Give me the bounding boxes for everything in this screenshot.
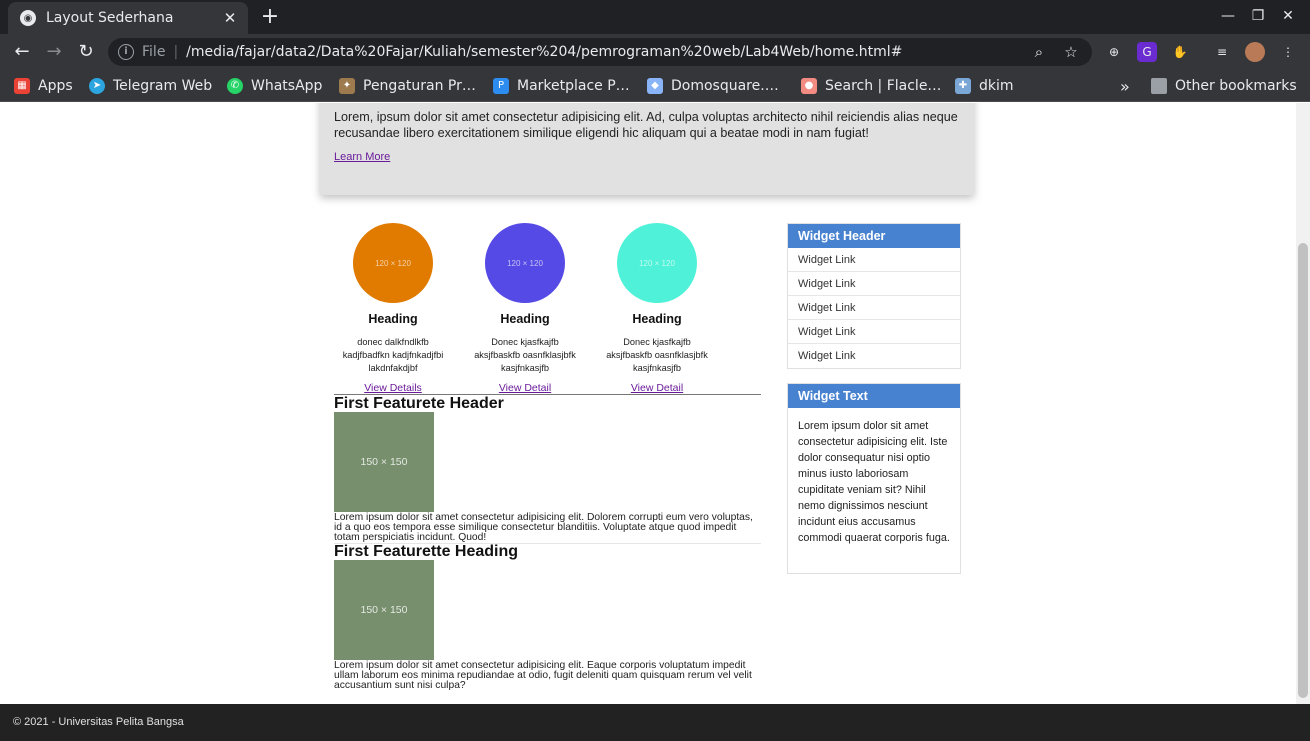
feature-image: 120 × 120 [353, 223, 433, 303]
reload-icon[interactable]: ↻ [74, 40, 98, 64]
active-tab[interactable]: ◉ Layout Sederhana ✕ [8, 2, 248, 34]
featurette-heading: First Featurete Header [334, 395, 504, 412]
hero-jumbotron: Lorem, ipsum dolor sit amet consectetur … [320, 103, 974, 195]
feature-text: Donec kjasfkajfb aksjfbaskfb oasnfklasjb… [606, 337, 708, 373]
scrollbar-thumb[interactable] [1298, 243, 1308, 698]
apps-grid-icon: ▦ [14, 78, 30, 94]
widget-link[interactable]: Widget Link [788, 344, 960, 368]
other-bookmarks[interactable]: Other bookmarks [1151, 76, 1297, 96]
tab-title: Layout Sederhana [46, 10, 174, 26]
bookmark-label: WhatsApp [251, 78, 323, 94]
bookmark-label: Telegram Web [113, 78, 213, 94]
globe-icon: ◉ [20, 10, 36, 26]
feature-card: 120 × 120 Heading donec dalkfndlkfb kadj… [333, 223, 453, 375]
featurette-text: Lorem ipsum dolor sit amet consectetur a… [334, 512, 753, 543]
vertical-scrollbar[interactable] [1296, 103, 1310, 704]
view-detail-link[interactable]: View Detail [597, 382, 717, 394]
bookmarks-bar: ▦ Apps ➤ Telegram Web ✆ WhatsApp ✦ Penga… [0, 70, 1310, 102]
more-bookmarks-chevron[interactable]: » [1120, 76, 1130, 96]
bookmark-pengaturan[interactable]: ✦ Pengaturan Pr… [339, 76, 476, 96]
new-tab-button[interactable]: + [258, 4, 282, 30]
widget-header: Widget Text [788, 384, 960, 408]
bookmark-dkim[interactable]: ✚ dkim [955, 76, 1014, 96]
bookmark-label: Domosquare.… [671, 78, 779, 94]
url-scheme: File [142, 44, 166, 60]
learn-more-link[interactable]: Learn More [334, 151, 390, 163]
info-icon[interactable]: i [118, 44, 134, 60]
featurette-heading: First Featurette Heading [334, 543, 519, 560]
feature-image: 120 × 120 [617, 223, 697, 303]
playlist-icon[interactable]: ≡ [1212, 42, 1232, 62]
bookmark-label: Marketplace P… [517, 78, 630, 94]
bookmark-apps[interactable]: ▦ Apps [14, 76, 73, 96]
tab-strip: ◉ Layout Sederhana ✕ + — ❐ ✕ [0, 0, 1310, 34]
bookmark-label: Apps [38, 78, 73, 94]
bookmark-whatsapp[interactable]: ✆ WhatsApp [227, 76, 322, 96]
close-tab-icon[interactable]: ✕ [222, 9, 238, 27]
bookmark-label: Search | Flacle… [825, 78, 942, 94]
widget-link[interactable]: Widget Link [788, 320, 960, 344]
widget-link[interactable]: Widget Link [788, 296, 960, 320]
puzzle-icon: ✚ [955, 78, 971, 94]
bookmark-site-icon: ● [801, 78, 817, 94]
whatsapp-icon: ✆ [227, 78, 243, 94]
widget-header: Widget Header [788, 224, 960, 248]
bookmark-label: Other bookmarks [1175, 78, 1297, 94]
hero-text: Lorem, ipsum dolor sit amet consectetur … [334, 110, 958, 140]
star-icon[interactable]: ☆ [1060, 43, 1082, 61]
address-bar[interactable]: i File | /media/fajar/data2/Data%20Fajar… [108, 38, 1092, 66]
bookmark-site-icon: P [493, 78, 509, 94]
page-viewport: Lorem, ipsum dolor sit amet consectetur … [0, 103, 1296, 704]
folder-icon [1151, 78, 1167, 94]
telegram-icon: ➤ [89, 78, 105, 94]
menu-dots-icon[interactable]: ⋮ [1278, 42, 1298, 62]
featurette-text: Lorem ipsum dolor sit amet consectetur a… [334, 660, 752, 691]
avatar[interactable] [1245, 42, 1265, 62]
zoom-icon[interactable]: ⌕ [1028, 43, 1050, 61]
bookmark-site-icon: ◆ [647, 78, 663, 94]
feature-text: Donec kjasfkajfb aksjfbaskfb oasnfklasjb… [474, 337, 576, 373]
gnome-extension-icon[interactable]: ✋ [1170, 42, 1190, 62]
widget-body: Lorem ipsum dolor sit amet consectetur a… [798, 420, 950, 544]
url-text[interactable]: /media/fajar/data2/Data%20Fajar/Kuliah/s… [186, 44, 1018, 60]
feature-heading: Heading [632, 312, 682, 326]
widget-link[interactable]: Widget Link [788, 272, 960, 296]
bookmark-site-icon: ✦ [339, 78, 355, 94]
window-close-icon[interactable]: ✕ [1278, 6, 1298, 26]
bookmark-label: Pengaturan Pr… [363, 78, 476, 94]
bookmark-search[interactable]: ● Search | Flacle… [801, 76, 941, 96]
feature-image: 120 × 120 [485, 223, 565, 303]
bookmark-domosquare[interactable]: ◆ Domosquare.… [647, 76, 779, 96]
restore-icon[interactable]: ❐ [1248, 6, 1268, 26]
feature-card: 120 × 120 Heading Donec kjasfkajfb aksjf… [465, 223, 585, 375]
url-separator: | [173, 44, 179, 60]
page-footer: © 2021 - Universitas Pelita Bangsa [0, 704, 1296, 741]
feature-card: 120 × 120 Heading Donec kjasfkajfb aksjf… [597, 223, 717, 375]
browser-toolbar: ← → ↻ i File | /media/fajar/data2/Data%2… [0, 34, 1310, 70]
view-details-link[interactable]: View Details [333, 382, 453, 394]
bookmark-telegram[interactable]: ➤ Telegram Web [89, 76, 212, 96]
forward-arrow-icon[interactable]: → [42, 40, 66, 64]
minimize-icon[interactable]: — [1218, 6, 1238, 26]
extension-icon[interactable]: G [1137, 42, 1157, 62]
featurette-image: 150 × 150 [334, 412, 434, 512]
back-arrow-icon[interactable]: ← [10, 40, 34, 64]
featurette-image: 150 × 150 [334, 560, 434, 660]
globe-extension-icon[interactable]: ⊕ [1104, 42, 1124, 62]
feature-heading: Heading [368, 312, 418, 326]
widget-text: Widget Text Lorem ipsum dolor sit amet c… [787, 383, 961, 574]
view-detail-link[interactable]: View Detail [465, 382, 585, 394]
feature-heading: Heading [500, 312, 550, 326]
widget-link[interactable]: Widget Link [788, 248, 960, 272]
bookmark-label: dkim [979, 78, 1014, 94]
bookmark-marketplace[interactable]: P Marketplace P… [493, 76, 630, 96]
widget-links: Widget Header Widget Link Widget Link Wi… [787, 223, 961, 369]
feature-text: donec dalkfndlkfb kadjfbadfkn kadjfnkadj… [342, 337, 444, 373]
footer-edge [1296, 704, 1310, 741]
